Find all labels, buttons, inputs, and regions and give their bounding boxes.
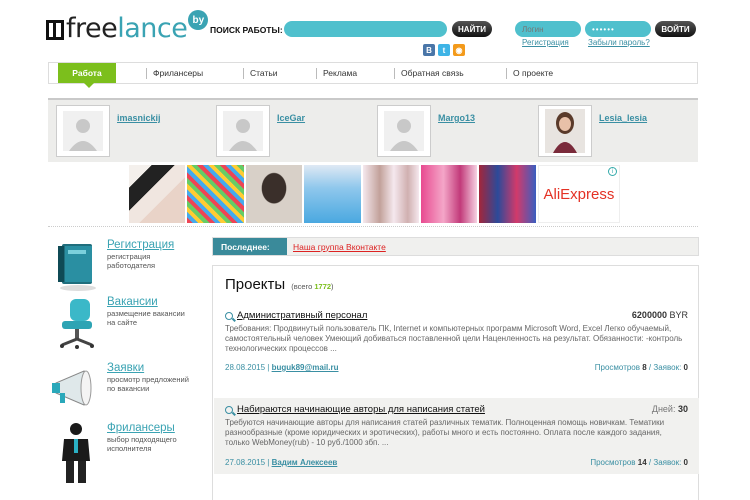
user-card[interactable]: Lesia_lesia bbox=[538, 105, 647, 157]
project-stats: Просмотров 14 / Заявок: 0 bbox=[590, 458, 688, 467]
megaphone-icon bbox=[52, 370, 92, 406]
logo-mark-icon bbox=[46, 20, 64, 40]
site-logo[interactable]: freelance by bbox=[46, 10, 209, 46]
project-date: 28.08.2015 bbox=[225, 363, 266, 372]
project-stats: Просмотров 8 / Заявок: 0 bbox=[594, 363, 688, 372]
sidebar-title[interactable]: Заявки bbox=[107, 361, 189, 375]
password-input[interactable] bbox=[585, 21, 651, 37]
project-title[interactable]: Набираются начинающие авторы для написан… bbox=[225, 404, 485, 415]
projects-panel: Проекты (всего 1772) Административный пе… bbox=[212, 265, 699, 500]
social-links: В t ◉ bbox=[423, 44, 465, 56]
nav-item-ads[interactable]: Реклама bbox=[317, 63, 394, 83]
nav-item-freelancers[interactable]: Фрилансеры bbox=[147, 63, 243, 83]
sidebar-item-vacancies[interactable]: Вакансии размещение вакансии на сайте bbox=[48, 295, 208, 351]
project-meta: 28.08.2015 | buguk89@mail.ru bbox=[225, 363, 339, 372]
avatar[interactable] bbox=[538, 105, 592, 157]
project-item[interactable]: Набираются начинающие авторы для написан… bbox=[214, 398, 699, 474]
avatar[interactable] bbox=[56, 105, 110, 157]
user-name[interactable]: Lesia_lesia bbox=[599, 113, 647, 157]
nav-item-work[interactable]: Работа bbox=[58, 63, 116, 88]
user-name[interactable]: imasnickij bbox=[117, 113, 161, 157]
sidebar-title[interactable]: Фрилансеры bbox=[107, 421, 177, 435]
sidebar-desc: выбор подходящего исполнителя bbox=[107, 435, 177, 453]
ad-brand-name: AliExpress bbox=[543, 185, 615, 203]
ad-product-image[interactable] bbox=[245, 165, 303, 223]
avatar[interactable] bbox=[377, 105, 431, 157]
sidebar-title[interactable]: Регистрация bbox=[107, 238, 174, 252]
project-title[interactable]: Административный персонал bbox=[225, 310, 367, 321]
project-author[interactable]: buguk89@mail.ru bbox=[272, 363, 339, 372]
login-button[interactable]: ВОЙТИ bbox=[655, 21, 696, 37]
projects-header: Проекты (всего 1772) bbox=[225, 276, 334, 293]
user-name[interactable]: IceGar bbox=[277, 113, 305, 157]
project-date: 27.08.2015 bbox=[225, 458, 266, 467]
user-card[interactable]: imasnickij bbox=[56, 105, 161, 157]
notebook-icon bbox=[58, 244, 96, 291]
project-description: Требуются начинающие авторы для написани… bbox=[225, 418, 665, 447]
ad-product-image[interactable] bbox=[304, 165, 361, 223]
forgot-password-link[interactable]: Забыли пароль? bbox=[588, 38, 650, 47]
sidebar-item-requests[interactable]: Заявки просмотр предложений по вакансии bbox=[48, 361, 208, 417]
featured-users: imasnickij IceGar Margo13 Lesia_lesia bbox=[48, 98, 698, 162]
nav-item-articles[interactable]: Статьи bbox=[244, 63, 316, 83]
businessman-icon bbox=[62, 423, 90, 483]
user-card[interactable]: Margo13 bbox=[377, 105, 475, 157]
sidebar-desc: размещение вакансии на сайте bbox=[107, 309, 185, 327]
sidebar-desc: регистрация работодателя bbox=[107, 252, 156, 270]
rss-icon[interactable]: ◉ bbox=[453, 44, 465, 56]
sidebar-title[interactable]: Вакансии bbox=[107, 295, 185, 309]
latest-bar: Последнее: Наша группа Вконтакте bbox=[212, 237, 699, 256]
sidebar-desc: просмотр предложений по вакансии bbox=[107, 375, 189, 393]
avatar[interactable] bbox=[216, 105, 270, 157]
main-nav: Работа Фрилансеры Статьи Реклама Обратна… bbox=[48, 62, 698, 88]
ad-product-image[interactable] bbox=[479, 165, 536, 223]
search-button[interactable]: НАЙТИ bbox=[452, 21, 492, 37]
search-icon bbox=[225, 311, 233, 320]
default-avatar-icon bbox=[63, 111, 103, 151]
ad-brand-logo[interactable]: AliExpress i bbox=[537, 165, 621, 223]
register-link[interactable]: Регистрация bbox=[522, 38, 569, 47]
search-icon bbox=[225, 405, 233, 414]
projects-total: (всего 1772) bbox=[291, 282, 334, 291]
ad-product-image[interactable] bbox=[187, 165, 244, 223]
logo-by-badge: by bbox=[188, 10, 209, 30]
latest-link[interactable]: Наша группа Вконтакте bbox=[293, 242, 386, 252]
projects-title: Проекты bbox=[225, 276, 286, 293]
twitter-icon[interactable]: t bbox=[438, 44, 450, 56]
project-price: 6200000 BYR bbox=[631, 310, 688, 320]
ad-banner[interactable]: AliExpress i bbox=[129, 165, 621, 223]
latest-label: Последнее: bbox=[213, 238, 287, 255]
projects-count: 1772 bbox=[314, 282, 332, 291]
vk-icon[interactable]: В bbox=[423, 44, 435, 56]
ad-product-image[interactable] bbox=[129, 165, 186, 223]
office-chair-icon bbox=[60, 299, 94, 349]
user-card[interactable]: IceGar bbox=[216, 105, 305, 157]
ad-info-icon[interactable]: i bbox=[608, 167, 618, 176]
project-author[interactable]: Вадим Алексеев bbox=[272, 458, 338, 467]
default-avatar-icon bbox=[223, 111, 263, 151]
ad-product-image[interactable] bbox=[421, 165, 478, 223]
ad-product-image[interactable] bbox=[362, 165, 420, 223]
project-description: Требования: Продвинутый пользователь ПК,… bbox=[225, 324, 683, 353]
user-name[interactable]: Margo13 bbox=[438, 113, 475, 157]
search-label: ПОИСК РАБОТЫ: bbox=[210, 25, 283, 35]
sidebar-item-freelancers[interactable]: Фрилансеры выбор подходящего исполнителя bbox=[48, 421, 208, 487]
nav-item-feedback[interactable]: Обратная связь bbox=[395, 63, 506, 83]
project-item[interactable]: Административный персонал 6200000 BYR Тр… bbox=[214, 304, 699, 382]
divider bbox=[48, 226, 698, 227]
user-photo-icon bbox=[545, 109, 585, 153]
logo-text: freelance bbox=[66, 13, 188, 44]
project-days: Дней: 30 bbox=[651, 404, 688, 414]
default-avatar-icon bbox=[384, 111, 424, 151]
login-input[interactable] bbox=[515, 21, 581, 37]
nav-item-about[interactable]: О проекте bbox=[507, 63, 553, 83]
sidebar-item-register[interactable]: Регистрация регистрация работодателя bbox=[48, 238, 208, 294]
search-input[interactable] bbox=[284, 21, 447, 37]
project-meta: 27.08.2015 | Вадим Алексеев bbox=[225, 458, 338, 467]
